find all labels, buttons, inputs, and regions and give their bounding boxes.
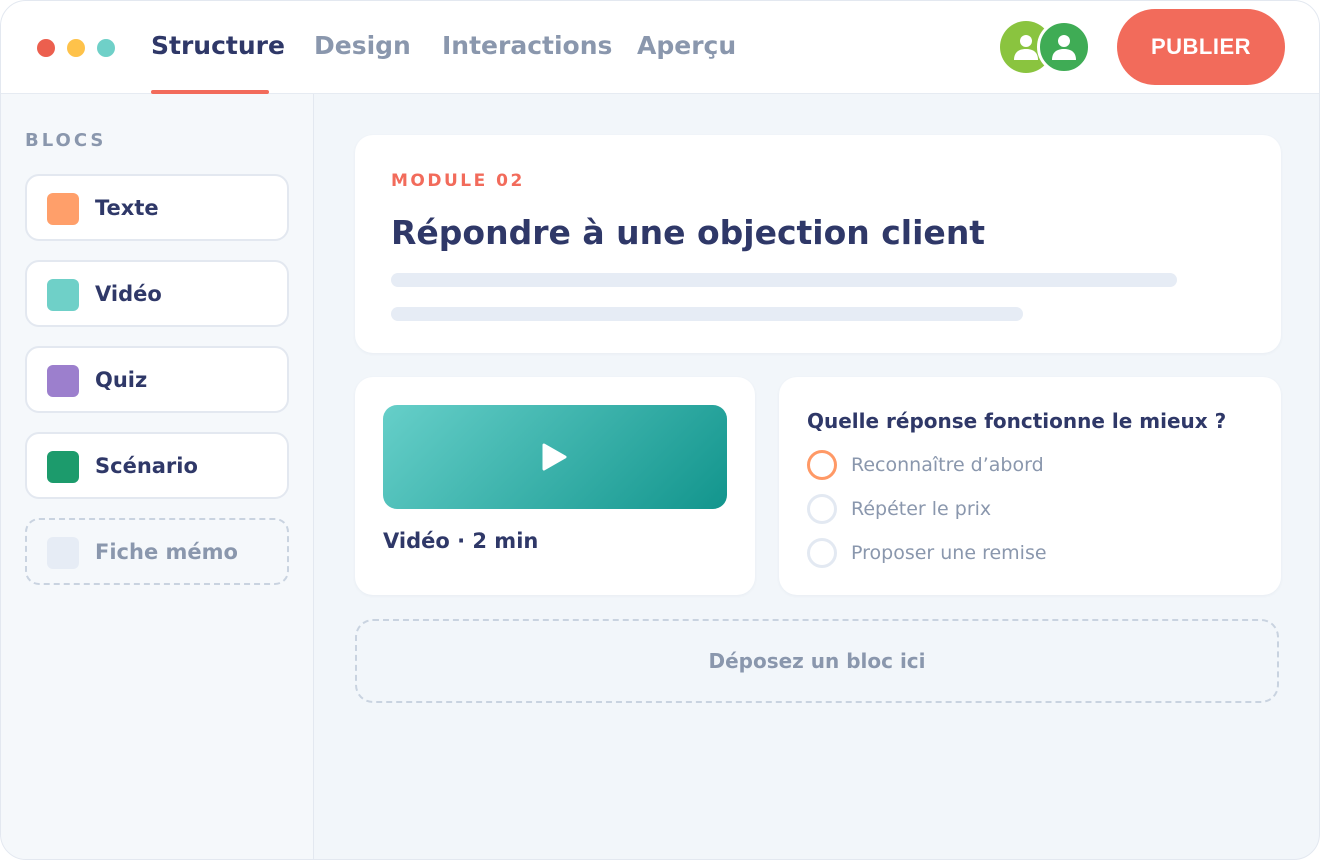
block-label: Fiche mémo xyxy=(95,540,238,564)
block-fiche-memo[interactable]: Fiche mémo xyxy=(25,518,289,585)
module-number: MODULE 02 xyxy=(391,171,525,191)
top-bar: Structure Design Interactions Aperçu PUB… xyxy=(1,1,1319,94)
option-label: Répéter le prix xyxy=(851,498,992,520)
publish-button[interactable]: PUBLIER xyxy=(1117,9,1285,85)
window-minimize-button[interactable] xyxy=(67,39,85,57)
module-title[interactable]: Répondre à une objection client xyxy=(391,213,985,252)
tab-apercu[interactable]: Aperçu xyxy=(637,31,736,60)
block-video[interactable]: Vidéo xyxy=(25,260,289,327)
tab-structure[interactable]: Structure xyxy=(151,31,285,60)
quiz-question: Quelle réponse fonctionne le mieux ? xyxy=(807,409,1227,433)
window-close-button[interactable] xyxy=(37,39,55,57)
radio-unselected[interactable] xyxy=(807,538,837,568)
tab-interactions[interactable]: Interactions xyxy=(442,31,612,60)
video-card[interactable]: Vidéo · 2 min xyxy=(355,377,755,595)
block-label: Quiz xyxy=(95,368,148,392)
sidebar-heading: BLOCS xyxy=(25,130,107,151)
memo-block-icon xyxy=(47,537,79,569)
blocks-sidebar: BLOCS Texte Vidéo Quiz Scénario Fiche mé… xyxy=(1,94,314,859)
window-maximize-button[interactable] xyxy=(97,39,115,57)
quiz-block-icon xyxy=(47,365,79,397)
text-placeholder-line xyxy=(391,307,1023,321)
module-card[interactable]: MODULE 02 Répondre à une objection clien… xyxy=(355,135,1281,353)
block-label: Vidéo xyxy=(95,282,162,306)
play-icon[interactable] xyxy=(541,443,567,471)
block-texte[interactable]: Texte xyxy=(25,174,289,241)
quiz-option[interactable]: Proposer une remise xyxy=(807,538,1247,568)
quiz-option[interactable]: Répéter le prix xyxy=(807,494,1247,524)
video-block-icon xyxy=(47,279,79,311)
text-placeholder-line xyxy=(391,273,1177,287)
user-icon xyxy=(1052,35,1076,60)
option-label: Proposer une remise xyxy=(851,542,1047,564)
tab-design[interactable]: Design xyxy=(314,31,411,60)
dropzone-label: Déposez un bloc ici xyxy=(708,649,926,673)
option-label: Reconnaître d’abord xyxy=(851,454,1044,476)
video-caption: Vidéo · 2 min xyxy=(383,529,539,553)
block-scenario[interactable]: Scénario xyxy=(25,432,289,499)
quiz-option[interactable]: Reconnaître d’abord xyxy=(807,450,1247,480)
quiz-card[interactable]: Quelle réponse fonctionne le mieux ? Rec… xyxy=(779,377,1281,595)
text-block-icon xyxy=(47,193,79,225)
collaborator-avatar[interactable] xyxy=(1037,20,1091,74)
block-quiz[interactable]: Quiz xyxy=(25,346,289,413)
block-dropzone[interactable]: Déposez un bloc ici xyxy=(355,619,1279,703)
video-thumbnail[interactable] xyxy=(383,405,727,509)
app-window: Structure Design Interactions Aperçu PUB… xyxy=(0,0,1320,860)
block-label: Scénario xyxy=(95,454,198,478)
scenario-block-icon xyxy=(47,451,79,483)
radio-selected[interactable] xyxy=(807,450,837,480)
block-label: Texte xyxy=(95,196,159,220)
user-icon xyxy=(1014,35,1038,60)
radio-unselected[interactable] xyxy=(807,494,837,524)
